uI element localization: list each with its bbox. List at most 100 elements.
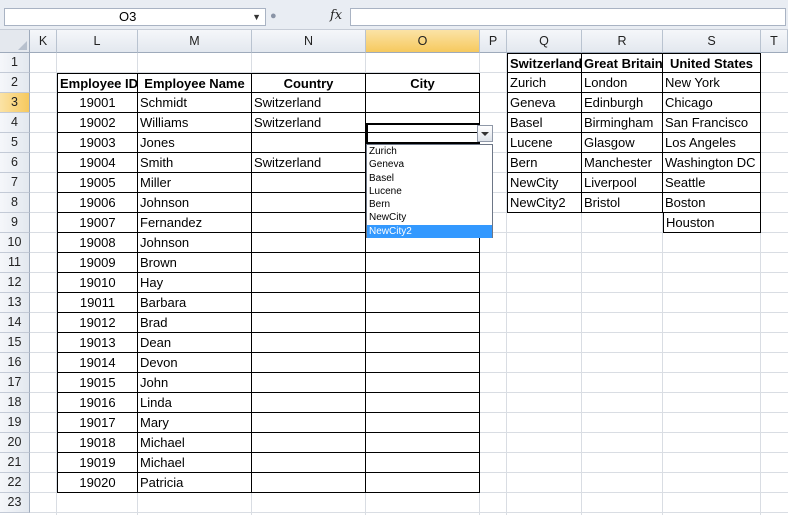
column-header-n[interactable]: N [252,30,366,53]
dropdown-option[interactable]: Basel [367,172,492,185]
employee-table-cell[interactable] [366,293,480,313]
lookup-table-cell[interactable]: Glasgow [582,133,663,153]
lookup-table-cell[interactable]: Bristol [582,193,663,213]
lookup-table-header[interactable]: Great Britain [582,53,663,73]
employee-table-cell[interactable]: Michael [138,433,252,453]
employee-table-cell[interactable]: Barbara [138,293,252,313]
lookup-table-cell[interactable]: Boston [663,193,761,213]
employee-table-cell[interactable]: 19001 [57,93,138,113]
employee-table-cell[interactable]: 19014 [57,353,138,373]
row-header-7[interactable]: 7 [0,173,30,193]
lookup-table-header[interactable]: Switzerland [507,53,582,73]
employee-table-cell[interactable] [252,393,366,413]
lookup-table-cell[interactable]: Liverpool [582,173,663,193]
column-header-t[interactable]: T [761,30,788,53]
employee-table-cell[interactable]: Fernandez [138,213,252,233]
formula-bar-resize-handle[interactable]: ● [270,10,278,22]
employee-table-cell[interactable] [252,233,366,253]
employee-table-cell[interactable]: Jones [138,133,252,153]
city-dropdown-list[interactable]: Zurich Geneva Basel Lucene Bern NewCity NewCit… [366,144,493,239]
row-header-14[interactable]: 14 [0,313,30,333]
employee-table-cell[interactable]: Dean [138,333,252,353]
employee-table-cell[interactable]: John [138,373,252,393]
row-header-23[interactable]: 23 [0,493,30,513]
column-header-r[interactable]: R [582,30,663,53]
row-header-8[interactable]: 8 [0,193,30,213]
row-header-9[interactable]: 9 [0,213,30,233]
lookup-table-cell[interactable]: Manchester [582,153,663,173]
employee-table-cell[interactable] [366,333,480,353]
lookup-table-cell[interactable]: London [582,73,663,93]
employee-table-cell[interactable] [252,333,366,353]
dropdown-option[interactable]: NewCity [367,211,492,224]
employee-table-cell[interactable] [366,413,480,433]
row-header-22[interactable]: 22 [0,473,30,493]
row-header-13[interactable]: 13 [0,293,30,313]
employee-table-header[interactable]: City [366,73,480,93]
employee-table-cell[interactable] [366,433,480,453]
employee-table-cell[interactable]: Miller [138,173,252,193]
row-header-4[interactable]: 4 [0,113,30,133]
row-header-6[interactable]: 6 [0,153,30,173]
employee-table-cell[interactable]: 19010 [57,273,138,293]
employee-table-cell[interactable]: 19009 [57,253,138,273]
column-header-o[interactable]: O [366,30,480,53]
employee-table-cell[interactable] [252,193,366,213]
employee-table-cell[interactable]: 19008 [57,233,138,253]
employee-table-cell[interactable]: 19015 [57,373,138,393]
insert-function-icon[interactable]: fx [330,8,342,23]
lookup-table-cell[interactable]: Chicago [663,93,761,113]
row-header-1[interactable]: 1 [0,53,30,73]
employee-table-cell[interactable] [366,373,480,393]
employee-table-cell[interactable]: 19020 [57,473,138,493]
employee-table-header[interactable]: Country [252,73,366,93]
employee-table-cell[interactable]: Switzerland [252,113,366,133]
employee-table-cell[interactable]: 19006 [57,193,138,213]
name-box[interactable]: O3 ▼ [4,8,266,26]
employee-table-cell[interactable]: Schmidt [138,93,252,113]
employee-table-cell[interactable] [366,93,480,113]
employee-table-cell[interactable] [252,213,366,233]
employee-table-cell[interactable] [252,293,366,313]
lookup-table-cell[interactable]: Basel [507,113,582,133]
row-header-16[interactable]: 16 [0,353,30,373]
lookup-table-cell[interactable]: Geneva [507,93,582,113]
employee-table-cell[interactable]: Devon [138,353,252,373]
dropdown-arrow-button[interactable] [477,125,493,142]
row-header-10[interactable]: 10 [0,233,30,253]
row-header-11[interactable]: 11 [0,253,30,273]
row-header-3[interactable]: 3 [0,93,30,113]
employee-table-cell[interactable]: Patricia [138,473,252,493]
employee-table-cell[interactable]: 19005 [57,173,138,193]
lookup-table-cell[interactable]: San Francisco [663,113,761,133]
column-header-p[interactable]: P [480,30,507,53]
employee-table-cell[interactable]: 19017 [57,413,138,433]
column-header-l[interactable]: L [57,30,138,53]
formula-input[interactable] [350,8,786,26]
employee-table-cell[interactable]: 19011 [57,293,138,313]
employee-table-cell[interactable]: Johnson [138,193,252,213]
lookup-table-cell[interactable]: Washington DC [663,153,761,173]
column-header-s[interactable]: S [663,30,761,53]
row-header-18[interactable]: 18 [0,393,30,413]
dropdown-option[interactable]: NewCity2 [367,224,492,239]
employee-table-cell[interactable]: Johnson [138,233,252,253]
row-header-12[interactable]: 12 [0,273,30,293]
employee-table-cell[interactable]: Switzerland [252,93,366,113]
employee-table-cell[interactable]: 19013 [57,333,138,353]
lookup-table-cell[interactable]: Lucene [507,133,582,153]
select-all-button[interactable] [0,30,30,53]
employee-table-cell[interactable] [366,253,480,273]
lookup-table-cell[interactable]: Houston [663,213,761,233]
lookup-table-header[interactable]: United States [663,53,761,73]
employee-table-cell[interactable]: 19012 [57,313,138,333]
row-header-2[interactable]: 2 [0,73,30,93]
lookup-table-cell[interactable]: New York [663,73,761,93]
column-header-q[interactable]: Q [507,30,582,53]
row-header-21[interactable]: 21 [0,453,30,473]
employee-table-cell[interactable]: 19019 [57,453,138,473]
employee-table-cell[interactable] [366,473,480,493]
row-header-5[interactable]: 5 [0,133,30,153]
employee-table-header[interactable]: Employee ID [57,73,138,93]
employee-table-cell[interactable] [252,273,366,293]
